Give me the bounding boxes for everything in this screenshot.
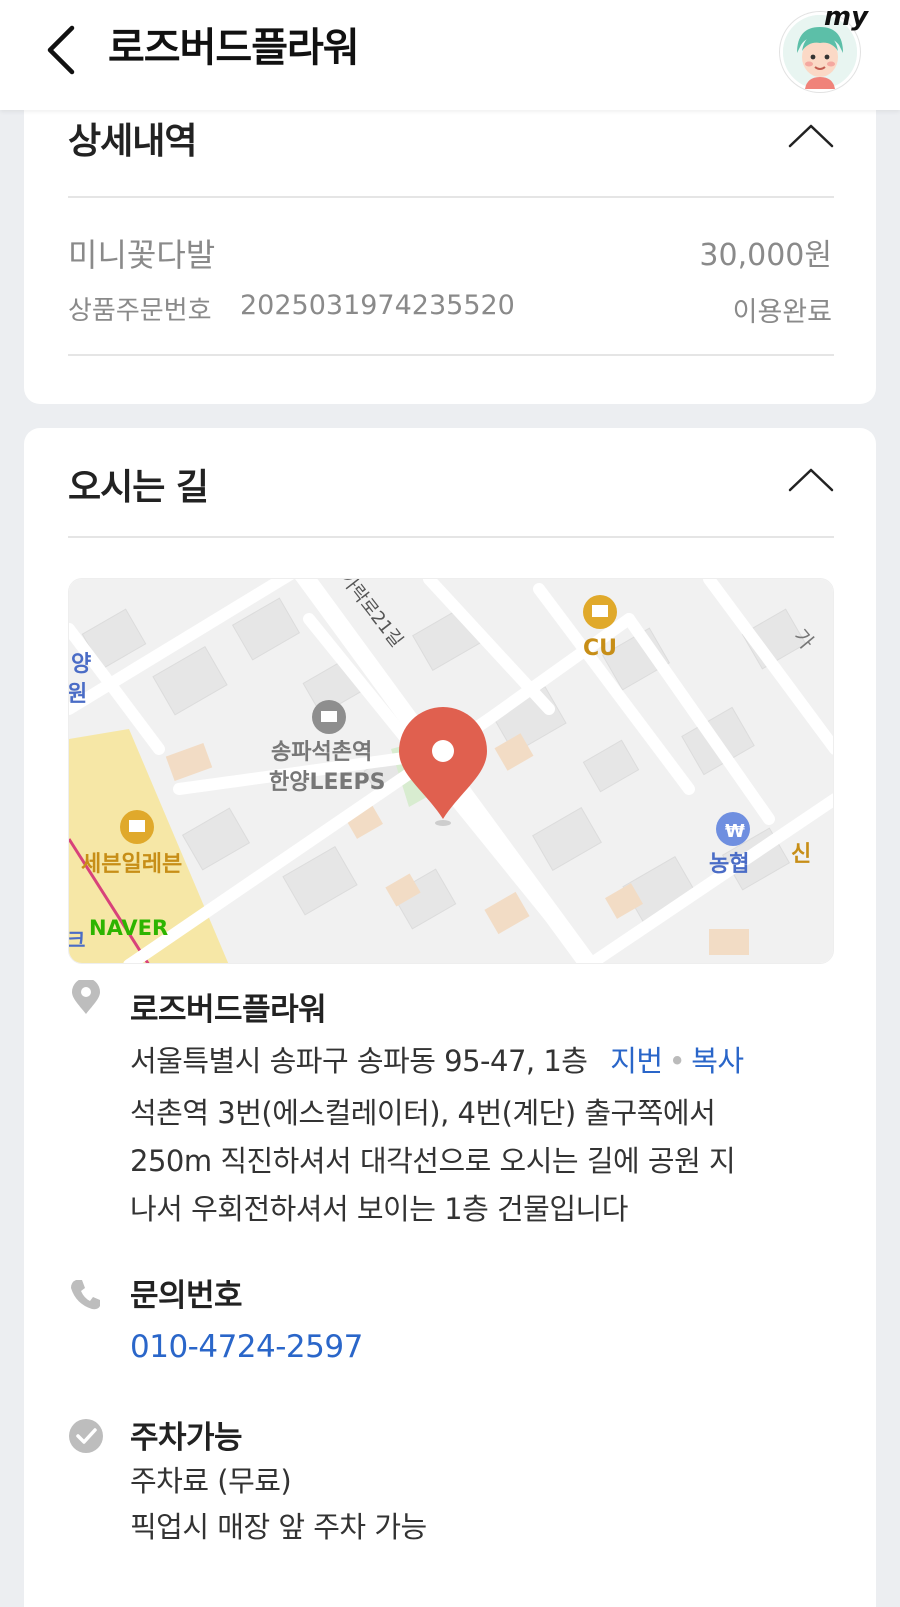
map-label-seven-eleven: 세븐일레븐 bbox=[81, 852, 182, 877]
map-edge-label: 크 bbox=[69, 928, 85, 952]
chevron-up-icon[interactable] bbox=[786, 122, 836, 152]
copy-address-link[interactable]: 복사 bbox=[691, 1044, 744, 1078]
map-edge-label: 신 bbox=[791, 842, 811, 867]
map-label-station: 송파석촌역 bbox=[271, 740, 372, 765]
separator-dot: • bbox=[668, 1044, 686, 1078]
parking-note: 픽업시 매장 앞 주차 가능 bbox=[130, 1510, 427, 1544]
directions-card: 오시는 길 가락로21길 CU 송파석촌역 한양LEEPS 세븐일레븐 ₩ 농협… bbox=[24, 428, 876, 1607]
bank-symbol: ₩ bbox=[725, 821, 745, 842]
back-button[interactable] bbox=[36, 22, 84, 78]
section-title-directions: 오시는 길 bbox=[68, 467, 209, 508]
phone-number-link[interactable]: 010-4724-2597 bbox=[130, 1322, 363, 1372]
contact-title: 문의번호 bbox=[130, 1278, 243, 1314]
guide-line: 250m 직진하셔서 대각선으로 오시는 길에 공원 지 bbox=[130, 1144, 736, 1178]
phone-icon bbox=[71, 1280, 100, 1310]
naver-logo: NAVER bbox=[89, 916, 168, 940]
order-detail-card: 상세내역 미니꽃다발 30,000원 상품주문번호 20250319742355… bbox=[24, 90, 876, 404]
order-status: 이용완료 bbox=[732, 297, 832, 328]
my-badge: my bbox=[824, 2, 869, 32]
parking-fee: 주차료 (무료) bbox=[130, 1464, 292, 1498]
app-header: 로즈버드플라워 my bbox=[0, 0, 900, 110]
map-label-bank: 농협 bbox=[709, 852, 749, 877]
item-price: 30,000원 bbox=[699, 238, 832, 273]
order-number: 2025031974235520 bbox=[240, 290, 515, 321]
guide-line: 나서 우회전하셔서 보이는 1층 건물입니다 bbox=[130, 1192, 628, 1226]
chevron-up-icon[interactable] bbox=[786, 466, 836, 496]
divider bbox=[68, 196, 834, 198]
page-title: 로즈버드플라워 bbox=[108, 25, 360, 71]
lot-address-link[interactable]: 지번 bbox=[610, 1044, 663, 1078]
map-label-station2: 한양LEEPS bbox=[269, 770, 386, 795]
check-circle-icon bbox=[69, 1419, 103, 1453]
map-edge-label: 원 bbox=[69, 682, 87, 707]
location-map[interactable]: 가락로21길 CU 송파석촌역 한양LEEPS 세븐일레븐 ₩ 농협 양 원 신… bbox=[68, 578, 834, 964]
place-name: 로즈버드플라워 bbox=[130, 992, 327, 1028]
section-title-detail: 상세내역 bbox=[68, 121, 197, 162]
map-label-cu: CU bbox=[583, 636, 617, 661]
map-edge-label: 양 bbox=[71, 652, 91, 677]
map-canvas: 가락로21길 CU 송파석촌역 한양LEEPS 세븐일레븐 ₩ 농협 양 원 신… bbox=[69, 579, 833, 963]
order-number-label: 상품주문번호 bbox=[68, 296, 212, 326]
place-address: 서울특별시 송파구 송파동 95-47, 1층 bbox=[130, 1044, 588, 1078]
item-name: 미니꽃다발 bbox=[68, 236, 216, 274]
place-address-row: 서울특별시 송파구 송파동 95-47, 1층 지번 • 복사 bbox=[130, 1036, 744, 1086]
location-pin-icon bbox=[72, 980, 100, 1014]
guide-line: 석촌역 3번(에스컬레이터), 4번(계단) 출구쪽에서 bbox=[130, 1096, 716, 1130]
parking-title: 주차가능 bbox=[130, 1420, 243, 1456]
divider bbox=[68, 354, 834, 356]
chevron-left-icon bbox=[47, 25, 75, 75]
divider bbox=[68, 536, 834, 538]
